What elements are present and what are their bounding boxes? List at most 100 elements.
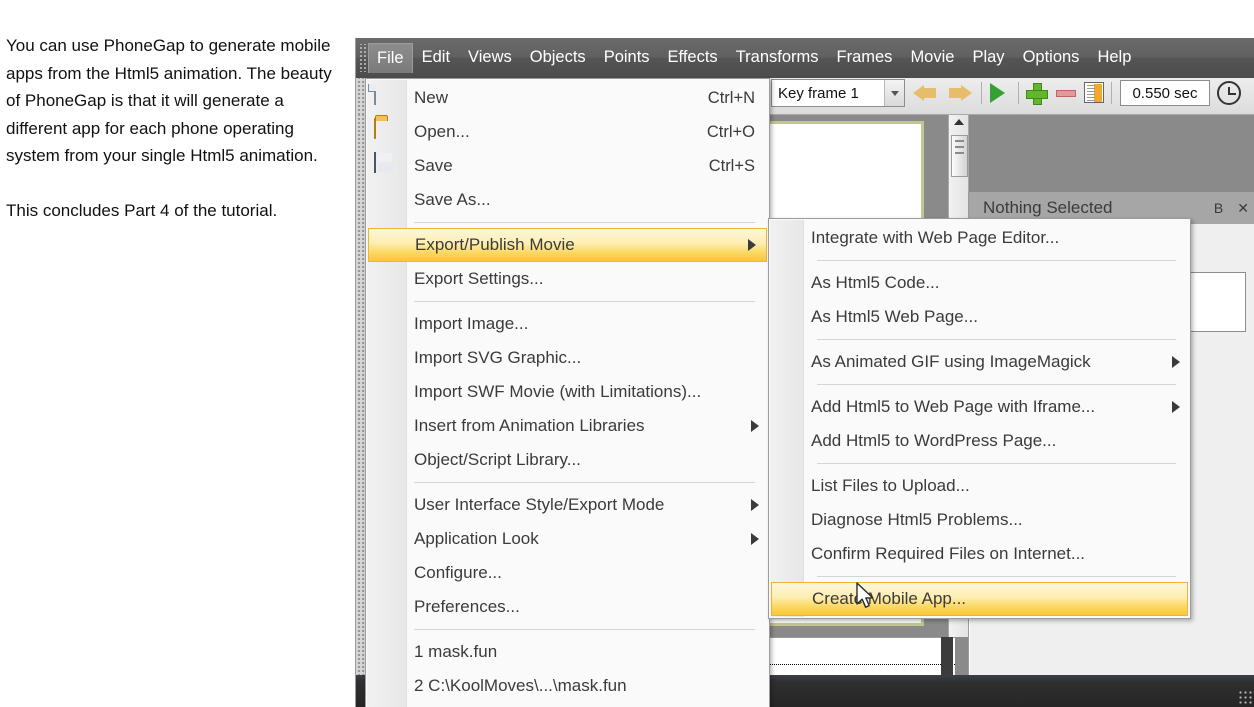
frames-list-button[interactable] — [1084, 82, 1104, 103]
menu-movie[interactable]: Movie — [901, 43, 963, 73]
film-strip-icon — [1084, 82, 1104, 103]
menu-item-recent-file-2[interactable]: 2 C:\KoolMoves\...\mask.fun — [366, 669, 769, 703]
menu-item-label: Confirm Required Files on Internet... — [811, 544, 1086, 563]
menu-separator — [817, 260, 1176, 261]
submenu-item-as-animated-gif-using-imagemagick[interactable]: As Animated GIF using ImageMagick — [769, 345, 1190, 379]
menu-item-label: Object/Script Library... — [414, 450, 581, 469]
menu-item-label: Insert from Animation Libraries — [414, 416, 645, 435]
menu-item-import-image[interactable]: Import Image... — [366, 307, 769, 341]
menu-effects[interactable]: Effects — [659, 43, 727, 73]
minus-icon — [1056, 90, 1076, 97]
menu-item-export-settings[interactable]: Export Settings... — [366, 262, 769, 296]
menu-item-save-as[interactable]: Save As... — [366, 183, 769, 217]
menu-views[interactable]: Views — [459, 43, 521, 73]
menu-edit[interactable]: Edit — [413, 43, 459, 73]
menu-item-import-svg-graphic[interactable]: Import SVG Graphic... — [366, 341, 769, 375]
menu-item-import-swf-movie[interactable]: Import SWF Movie (with Limitations)... — [366, 375, 769, 409]
add-frame-button[interactable] — [1026, 83, 1048, 105]
menu-item-label: As Animated GIF using ImageMagick — [811, 352, 1091, 371]
menu-frames[interactable]: Frames — [828, 43, 902, 73]
menu-help[interactable]: Help — [1088, 43, 1140, 73]
arrow-left-icon — [913, 82, 939, 104]
menu-item-label: Add Html5 to WordPress Page... — [811, 431, 1057, 450]
menu-item-recent-file-1[interactable]: 1 mask.fun — [366, 635, 769, 669]
menu-options[interactable]: Options — [1014, 43, 1089, 73]
submenu-item-add-html5-to-web-page-with-iframe[interactable]: Add Html5 to Web Page with Iframe... — [769, 390, 1190, 424]
submenu-arrow-icon — [751, 420, 759, 432]
menu-item-open[interactable]: Open... Ctrl+O — [366, 115, 769, 149]
resize-grip-icon[interactable] — [1238, 690, 1252, 704]
pin-icon[interactable]: Β — [1207, 201, 1230, 215]
submenu-item-list-files-to-upload[interactable]: List Files to Upload... — [769, 469, 1190, 503]
menu-item-save[interactable]: Save Ctrl+S — [366, 149, 769, 183]
menu-item-label: List Files to Upload... — [811, 476, 970, 495]
menu-separator — [817, 463, 1176, 464]
menu-item-shortcut: Ctrl+O — [706, 122, 755, 141]
menu-item-label: Preferences... — [414, 597, 520, 616]
menu-item-recent-file-3[interactable]: 3 tutorial_part3.fun — [366, 703, 769, 707]
toolbar-separator-1 — [981, 82, 982, 104]
submenu-item-confirm-required-files-on-internet[interactable]: Confirm Required Files on Internet... — [769, 537, 1190, 571]
menu-item-application-look[interactable]: Application Look — [366, 522, 769, 556]
menu-item-label: Diagnose Html5 Problems... — [811, 510, 1023, 529]
menu-item-user-interface-style-export-mode[interactable]: User Interface Style/Export Mode — [366, 488, 769, 522]
chevron-down-icon[interactable] — [884, 80, 904, 106]
menu-objects[interactable]: Objects — [521, 43, 595, 73]
menu-file[interactable]: File — [368, 42, 413, 74]
menu-item-label: Import SWF Movie (with Limitations)... — [414, 382, 702, 401]
menu-separator — [817, 576, 1176, 577]
submenu-arrow-icon — [1172, 401, 1180, 413]
remove-frame-button[interactable] — [1056, 90, 1076, 97]
submenu-item-as-html5-web-page[interactable]: As Html5 Web Page... — [769, 300, 1190, 334]
menu-transforms[interactable]: Transforms — [727, 43, 828, 73]
menu-item-label: As Html5 Code... — [811, 273, 940, 292]
menu-item-shortcut: Ctrl+N — [707, 88, 755, 107]
previous-frame-button[interactable] — [913, 82, 939, 104]
menu-play[interactable]: Play — [963, 43, 1013, 73]
next-frame-button[interactable] — [946, 82, 972, 104]
menubar-grip-handle[interactable] — [358, 44, 368, 72]
keyframe-selector-value: Key frame 1 — [778, 84, 859, 102]
menu-item-label: Save — [414, 156, 453, 175]
menu-separator — [414, 482, 755, 483]
menu-item-export-publish-movie[interactable]: Export/Publish Movie — [368, 228, 767, 262]
plus-icon — [1026, 83, 1048, 105]
menu-item-label: Save As... — [414, 190, 491, 209]
menu-item-label: Export/Publish Movie — [415, 235, 575, 254]
menu-item-label: Import SVG Graphic... — [414, 348, 582, 367]
timing-button[interactable] — [1217, 81, 1241, 105]
menu-separator — [817, 339, 1176, 340]
menu-item-configure[interactable]: Configure... — [366, 556, 769, 590]
menu-item-label: Add Html5 to Web Page with Iframe... — [811, 397, 1096, 416]
menu-item-label: As Html5 Web Page... — [811, 307, 978, 326]
submenu-item-add-html5-to-wordpress-page[interactable]: Add Html5 to WordPress Page... — [769, 424, 1190, 458]
submenu-item-diagnose-html5-problems[interactable]: Diagnose Html5 Problems... — [769, 503, 1190, 537]
menu-item-label: 1 mask.fun — [414, 642, 498, 661]
submenu-item-create-mobile-app[interactable]: Create Mobile App... — [771, 582, 1188, 616]
menu-separator — [414, 629, 755, 630]
menu-item-preferences[interactable]: Preferences... — [366, 590, 769, 624]
menu-item-label: New — [414, 88, 449, 107]
close-icon[interactable]: ✕ — [1230, 201, 1254, 215]
scrollbar-thumb[interactable] — [951, 135, 968, 177]
menu-item-object-script-library[interactable]: Object/Script Library... — [366, 443, 769, 477]
play-button[interactable] — [990, 83, 1005, 103]
menu-item-new[interactable]: New Ctrl+N — [366, 81, 769, 115]
tutorial-paragraph-2: This concludes Part 4 of the tutorial. — [6, 200, 278, 220]
scroll-up-icon[interactable] — [953, 119, 964, 125]
submenu-arrow-icon — [751, 499, 759, 511]
tutorial-paragraph-1: You can use PhoneGap to generate mobile … — [6, 36, 332, 165]
save-floppy-icon — [374, 152, 400, 179]
menu-item-label: Import Image... — [414, 314, 529, 333]
submenu-arrow-icon — [748, 239, 756, 251]
frame-duration-field[interactable]: 0.550 sec — [1120, 80, 1210, 106]
submenu-item-integrate-with-web-page-editor[interactable]: Integrate with Web Page Editor... — [769, 221, 1190, 255]
arrow-right-icon — [946, 82, 972, 104]
menu-item-insert-from-animation-libraries[interactable]: Insert from Animation Libraries — [366, 409, 769, 443]
submenu-item-as-html5-code[interactable]: As Html5 Code... — [769, 266, 1190, 300]
menu-points[interactable]: Points — [595, 43, 659, 73]
menu-item-label: Application Look — [414, 529, 539, 548]
keyframe-selector[interactable]: Key frame 1 — [771, 79, 905, 107]
clock-icon — [1217, 81, 1241, 105]
toolbar-separator-2 — [1018, 82, 1019, 104]
